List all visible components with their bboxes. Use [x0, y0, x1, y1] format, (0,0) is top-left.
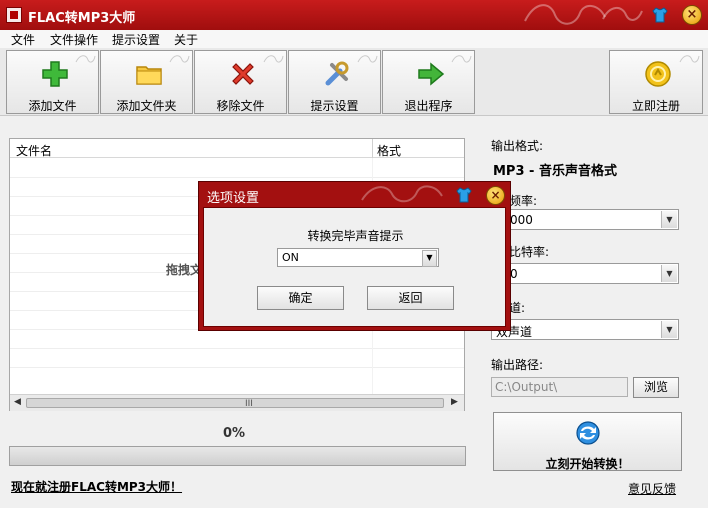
scroll-left-icon[interactable]: ◀: [14, 397, 21, 407]
scroll-grip: III: [245, 399, 253, 409]
swirl-ornament-icon: [524, 4, 606, 25]
app-icon: [6, 7, 22, 23]
row-line: [10, 367, 464, 368]
menu-about[interactable]: 关于: [174, 31, 198, 48]
column-header-format[interactable]: 格式: [377, 142, 401, 159]
add-folder-button[interactable]: 添加文件夹: [100, 50, 193, 114]
swirl-ornament-icon: [169, 55, 190, 63]
skin-shirt-icon[interactable]: [651, 6, 669, 24]
title-bar: FLAC转MP3大师 ×: [0, 0, 708, 30]
chevron-down-icon[interactable]: ▼: [661, 211, 677, 228]
sample-rate-label: 频率:: [509, 194, 538, 208]
menu-file-operations[interactable]: 文件操作: [50, 31, 98, 48]
register-link[interactable]: 现在就注册FLAC转MP3大师！: [11, 478, 182, 495]
row-line: [10, 348, 464, 349]
bitrate-label: 比特率:: [509, 245, 550, 259]
add-file-label: 添加文件: [28, 99, 77, 113]
progress-percent: 0%: [222, 426, 246, 441]
ok-button[interactable]: 确定: [257, 286, 344, 310]
remove-file-label: 移除文件: [216, 99, 265, 113]
dialog-body: 转换完毕声音提示 ON ▼ 确定 返回: [203, 207, 506, 327]
chevron-down-icon[interactable]: ▼: [661, 321, 677, 338]
coin-icon: [645, 61, 671, 87]
list-header: 文件名 格式: [10, 139, 464, 158]
feedback-link[interactable]: 意见反馈: [628, 480, 676, 497]
toolbar: 添加文件 添加文件夹 移除文件 提示设置 退出程序 立即注册: [0, 48, 708, 116]
swirl-ornament-icon: [263, 55, 284, 63]
convert-icon: [576, 421, 600, 445]
tools-icon: [325, 61, 349, 86]
add-file-button[interactable]: 添加文件: [6, 50, 99, 114]
folder-icon: [136, 66, 162, 85]
exit-program-button[interactable]: 退出程序: [382, 50, 475, 114]
prompt-settings-label: 提示设置: [310, 99, 359, 113]
add-folder-label: 添加文件夹: [116, 99, 177, 113]
browse-button[interactable]: 浏览: [633, 377, 679, 398]
swirl-ornament-icon: [357, 55, 378, 63]
start-convert-button[interactable]: 立刻开始转换！: [493, 412, 682, 471]
x-icon: [232, 63, 254, 85]
bitrate-select[interactable]: 0 ▼: [491, 263, 679, 284]
remove-file-button[interactable]: 移除文件: [194, 50, 287, 114]
dialog-title: 选项设置: [207, 191, 260, 206]
options-dialog: 选项设置 × 转换完毕声音提示 ON ▼ 确定 返回: [198, 181, 511, 331]
row-line: [10, 177, 464, 178]
horizontal-scrollbar[interactable]: ◀ III ▶: [10, 394, 464, 411]
register-now-label: 立即注册: [631, 99, 680, 113]
swirl-ornament-icon: [451, 55, 472, 63]
exit-program-label: 退出程序: [404, 99, 453, 113]
menu-bar: 文件 文件操作 提示设置 关于: [0, 30, 708, 48]
swirl-ornament-icon: [361, 185, 443, 203]
sample-rate-value: 000: [510, 213, 533, 227]
start-convert-label: 立刻开始转换！: [545, 457, 630, 471]
swirl-ornament-icon: [75, 55, 96, 63]
arrow-right-icon: [418, 62, 445, 86]
output-path-label: 输出路径:: [491, 358, 544, 372]
sound-prompt-value: ON: [282, 251, 299, 264]
sound-prompt-select[interactable]: ON ▼: [277, 248, 439, 267]
close-icon[interactable]: ×: [682, 5, 702, 25]
plus-icon: [42, 61, 68, 87]
sample-rate-select[interactable]: 000 ▼: [491, 209, 679, 230]
column-divider[interactable]: [372, 139, 373, 158]
skin-shirt-icon[interactable]: [455, 186, 473, 204]
progress-bar: [9, 446, 466, 466]
chevron-down-icon[interactable]: ▼: [661, 265, 677, 282]
column-header-filename[interactable]: 文件名: [16, 142, 52, 159]
swirl-ornament-icon: [679, 55, 700, 63]
sound-prompt-label: 转换完毕声音提示: [307, 229, 404, 243]
menu-file[interactable]: 文件: [11, 31, 35, 48]
output-path-value: C:\Output\: [495, 380, 558, 394]
dialog-close-icon[interactable]: ×: [486, 186, 505, 205]
output-format-label: 输出格式:: [491, 139, 544, 153]
prompt-settings-button[interactable]: 提示设置: [288, 50, 381, 114]
menu-prompt-settings[interactable]: 提示设置: [112, 31, 160, 48]
output-format-value: MP3 - 音乐声音格式: [493, 164, 617, 179]
window-title: FLAC转MP3大师: [28, 11, 136, 26]
scroll-right-icon[interactable]: ▶: [451, 397, 458, 407]
back-button[interactable]: 返回: [367, 286, 454, 310]
bitrate-value: 0: [510, 267, 518, 281]
channel-select[interactable]: 双声道 ▼: [491, 319, 679, 340]
register-now-button[interactable]: 立即注册: [609, 50, 703, 114]
output-path-field[interactable]: C:\Output\: [491, 377, 628, 397]
swirl-ornament-icon: [602, 7, 643, 21]
channel-label: 道:: [509, 301, 526, 315]
drop-hint: 拖拽文: [166, 263, 203, 277]
scroll-thumb[interactable]: III: [26, 398, 444, 409]
chevron-down-icon[interactable]: ▼: [422, 250, 437, 267]
